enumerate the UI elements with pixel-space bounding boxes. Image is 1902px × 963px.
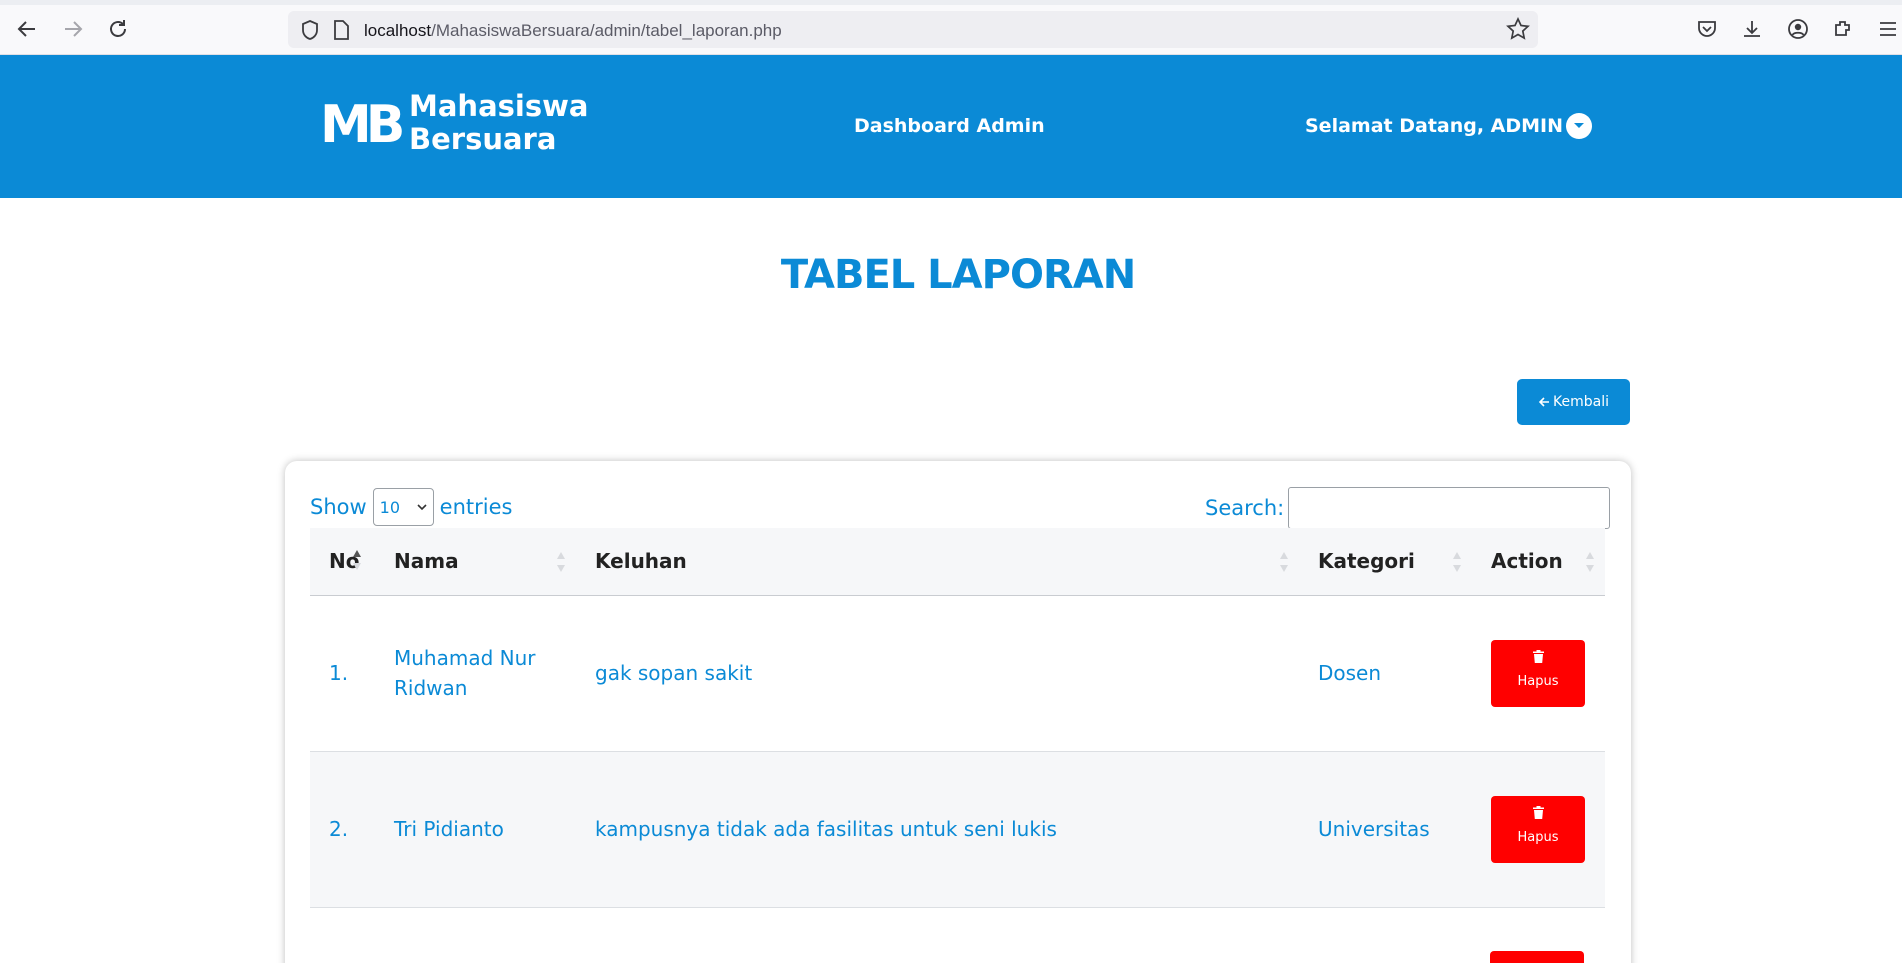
entries-select[interactable]: 10 bbox=[372, 488, 434, 526]
nav-dashboard-admin[interactable]: Dashboard Admin bbox=[854, 115, 1045, 137]
cell-keluhan: kampusnya tidak ada fasilitas untuk seni… bbox=[576, 751, 1299, 908]
sort-icon bbox=[1586, 552, 1594, 572]
search-input[interactable] bbox=[1288, 487, 1611, 529]
column-label: Keluhan bbox=[595, 549, 687, 574]
back-arrow-icon[interactable] bbox=[12, 14, 42, 44]
cell-no: 2. bbox=[310, 751, 375, 908]
sort-icon bbox=[557, 552, 565, 572]
table-header-row: No Nama Keluhan Kategori Action bbox=[310, 528, 1605, 596]
next-row-delete-button-partial[interactable] bbox=[1490, 951, 1584, 963]
delete-button-label: Hapus bbox=[1517, 829, 1559, 845]
column-label: Action bbox=[1491, 549, 1563, 574]
cell-keluhan: gak sopan sakit bbox=[576, 595, 1299, 752]
chevron-down-icon bbox=[417, 503, 427, 510]
logo-text[interactable]: Mahasiswa Bersuara bbox=[409, 90, 588, 156]
table-row: 1. Muhamad Nur Ridwan gak sopan sakit Do… bbox=[310, 595, 1605, 752]
column-label: Kategori bbox=[1318, 549, 1415, 574]
cell-action: Hapus bbox=[1472, 751, 1605, 908]
bookmark-star-icon[interactable] bbox=[1506, 16, 1530, 45]
cell-kategori: Universitas bbox=[1299, 751, 1472, 908]
delete-button[interactable]: Hapus bbox=[1491, 639, 1585, 707]
trash-icon bbox=[1532, 805, 1544, 819]
column-header-action[interactable]: Action bbox=[1472, 528, 1605, 596]
cell-nama: Muhamad Nur Ridwan bbox=[375, 595, 576, 752]
search-label: Search: bbox=[1205, 496, 1285, 520]
trash-icon bbox=[1532, 649, 1544, 663]
shield-icon[interactable] bbox=[300, 19, 320, 45]
logo-line-1: Mahasiswa bbox=[409, 89, 589, 123]
logo-mark[interactable]: MB bbox=[320, 99, 405, 151]
report-table: No Nama Keluhan Kategori Action 1. Muham… bbox=[310, 528, 1605, 908]
cell-no: 1. bbox=[310, 595, 375, 752]
search-control: Search: bbox=[1205, 487, 1611, 529]
url-host: localhost bbox=[364, 21, 432, 40]
cell-nama: Tri Pidianto bbox=[375, 751, 576, 908]
logo-line-2: Bersuara bbox=[409, 122, 557, 156]
browser-toolbar: localhost/MahasiswaBersuara/admin/tabel_… bbox=[0, 0, 1902, 55]
address-bar[interactable]: localhost/MahasiswaBersuara/admin/tabel_… bbox=[288, 11, 1538, 48]
tab-strip-edge bbox=[0, 0, 1902, 5]
page-title: TABEL LAPORAN bbox=[780, 252, 1136, 298]
entries-label: entries bbox=[439, 495, 513, 519]
menu-icon[interactable] bbox=[1874, 15, 1902, 43]
show-label: Show bbox=[310, 495, 367, 519]
report-table-card: Show 10 entries Search: No Nama Keluhan bbox=[285, 461, 1631, 963]
arrow-left-icon bbox=[1538, 397, 1549, 407]
extensions-icon[interactable] bbox=[1829, 15, 1857, 43]
download-icon[interactable] bbox=[1738, 15, 1766, 43]
sort-asc-icon bbox=[353, 550, 361, 570]
delete-button-label: Hapus bbox=[1517, 673, 1559, 689]
sort-icon bbox=[1280, 552, 1288, 572]
chevron-down-icon[interactable] bbox=[1566, 113, 1592, 139]
column-header-kategori[interactable]: Kategori bbox=[1299, 528, 1472, 596]
cell-kategori: Dosen bbox=[1299, 595, 1472, 752]
delete-button[interactable]: Hapus bbox=[1491, 795, 1585, 863]
url-path: /MahasiswaBersuara/admin/tabel_laporan.p… bbox=[431, 21, 782, 40]
reload-icon[interactable] bbox=[103, 14, 133, 44]
column-header-no[interactable]: No bbox=[310, 528, 375, 596]
column-label: Nama bbox=[394, 549, 459, 574]
column-header-nama[interactable]: Nama bbox=[375, 528, 576, 596]
page-info-icon[interactable] bbox=[332, 20, 350, 44]
sort-icon bbox=[1453, 552, 1461, 572]
pocket-icon[interactable] bbox=[1693, 15, 1721, 43]
account-icon[interactable] bbox=[1784, 15, 1812, 43]
user-greeting[interactable]: Selamat Datang, ADMIN bbox=[1305, 115, 1563, 137]
cell-action: Hapus bbox=[1472, 595, 1605, 752]
back-button-label: Kembali bbox=[1553, 394, 1609, 410]
app-header: MB Mahasiswa Bersuara Dashboard Admin Se… bbox=[0, 55, 1902, 198]
table-row: 2. Tri Pidianto kampusnya tidak ada fasi… bbox=[310, 751, 1605, 908]
column-header-keluhan[interactable]: Keluhan bbox=[576, 528, 1299, 596]
back-button[interactable]: Kembali bbox=[1517, 379, 1630, 425]
forward-arrow-icon[interactable] bbox=[58, 14, 88, 44]
show-entries-control: Show 10 entries bbox=[310, 488, 512, 526]
url-text[interactable]: localhost/MahasiswaBersuara/admin/tabel_… bbox=[364, 21, 782, 41]
entries-value: 10 bbox=[379, 497, 401, 517]
